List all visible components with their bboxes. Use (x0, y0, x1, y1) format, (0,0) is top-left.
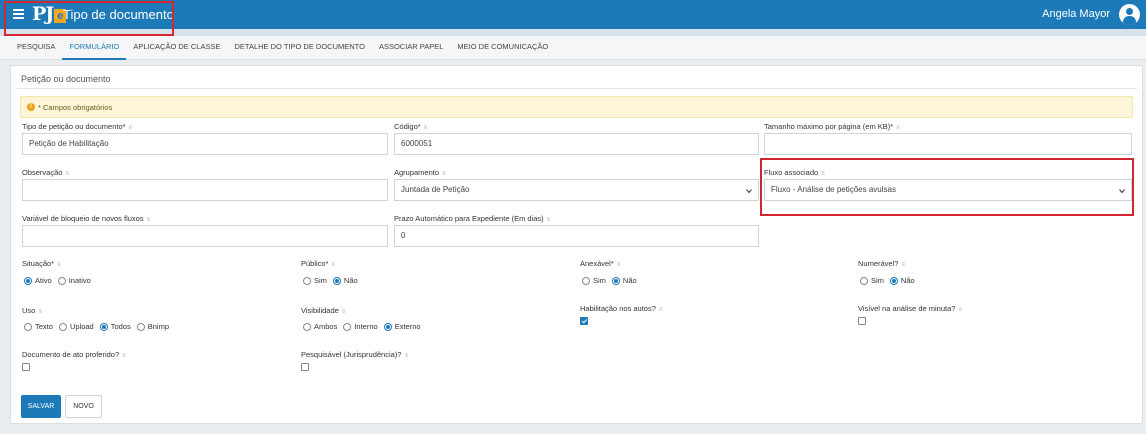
new-button[interactable]: NOVO (65, 395, 102, 418)
user-avatar-icon[interactable] (1119, 4, 1140, 25)
anexavel-radio-group: Sim Não (582, 276, 643, 285)
visivel-checkbox[interactable] (858, 317, 866, 325)
tab-meio-comunicacao[interactable]: MEIO DE COMUNICAÇÃO (450, 36, 555, 60)
save-button[interactable]: SALVAR (21, 395, 61, 418)
visibilidade-radio-interno[interactable] (343, 322, 352, 331)
prazo-label: Prazo Automático para Expediente (Em dia… (394, 214, 551, 223)
anexavel-label: Anexável* ≡ (580, 259, 621, 268)
tipo-input[interactable]: Petição de Habilitação (22, 133, 388, 155)
numeravel-label: Numerável? ≡ (858, 259, 905, 268)
tab-pesquisa[interactable]: PESQUISA (10, 36, 62, 60)
habilitacao-label: Habilitação nos autos? ≡ (580, 304, 663, 313)
pesquisavel-label: Pesquisável (Jurisprudência)? ≡ (301, 350, 408, 359)
form-title: Petição ou documento (21, 74, 111, 84)
publico-radio-group: Sim Não (303, 276, 364, 285)
agrupamento-label: Agrupamento ≡ (394, 168, 446, 177)
observacao-label: Observação ≡ (22, 168, 69, 177)
highlight-box-title (4, 1, 174, 36)
codigo-label: Código* ≡ (394, 122, 428, 131)
publico-radio-sim[interactable] (303, 276, 311, 285)
ato-checkbox[interactable] (22, 363, 30, 371)
uso-radio-bnimp[interactable] (136, 322, 145, 331)
tab-aplicacao-classe[interactable]: APLICAÇÃO DE CLASSE (126, 36, 227, 60)
tab-associar-papel[interactable]: ASSOCIAR PAPEL (372, 36, 450, 60)
visibilidade-radio-group: Ambos Interno Externo (303, 322, 427, 331)
required-fields-alert: ! * Campos obrigatórios (20, 96, 1133, 118)
numeravel-radio-nao[interactable] (889, 276, 898, 285)
variavel-label: Variável de bloqueio de novos fluxos ≡ (22, 214, 151, 223)
agrupamento-select[interactable]: Juntada de Petição (394, 179, 759, 201)
visivel-label: Visível na análise de minuta? ≡ (858, 304, 962, 313)
info-icon: ! (27, 103, 35, 111)
situacao-radio-ativo[interactable] (24, 276, 32, 285)
prazo-input[interactable]: 0 (394, 225, 759, 247)
uso-radio-group: Texto Upload Todos Bnimp (24, 322, 175, 331)
numeravel-radio-group: Sim Não (860, 276, 921, 285)
situacao-radio-inativo[interactable] (57, 276, 66, 285)
numeravel-radio-sim[interactable] (860, 276, 868, 285)
tipo-label: Tipo de petição ou documento* ≡ (22, 122, 133, 131)
uso-radio-texto[interactable] (24, 322, 32, 331)
codigo-input[interactable]: 6000051 (394, 133, 759, 155)
highlight-box-fluxo (760, 158, 1134, 216)
divider (17, 88, 1137, 89)
tamanho-input[interactable] (764, 133, 1132, 155)
observacao-input[interactable] (22, 179, 388, 201)
tab-detalhe-tipo-documento[interactable]: DETALHE DO TIPO DE DOCUMENTO (228, 36, 372, 60)
variavel-input[interactable] (22, 225, 388, 247)
tamanho-label: Tamanho máximo por página (em KB)* ≡ (764, 122, 900, 131)
pesquisavel-checkbox[interactable] (301, 363, 309, 371)
user-name[interactable]: Angela Mayor (1042, 8, 1110, 20)
visibilidade-label: Visibilidade ≡ (301, 306, 346, 315)
chevron-down-icon (746, 189, 752, 194)
anexavel-radio-sim[interactable] (582, 276, 590, 285)
uso-radio-upload[interactable] (58, 322, 67, 331)
visibilidade-radio-ambos[interactable] (303, 322, 311, 331)
ato-label: Documento de ato proferido? ≡ (22, 350, 126, 359)
habilitacao-checkbox[interactable] (580, 317, 588, 325)
visibilidade-radio-externo[interactable] (383, 322, 392, 331)
agrupamento-value: Juntada de Petição (401, 185, 470, 194)
tab-bar: PESQUISA FORMULÁRIO APLICAÇÃO DE CLASSE … (0, 36, 1146, 60)
publico-radio-nao[interactable] (332, 276, 341, 285)
anexavel-radio-nao[interactable] (611, 276, 620, 285)
situacao-label: Situação* ≡ (22, 259, 61, 268)
uso-label: Uso ≡ (22, 306, 42, 315)
form-card: Petição ou documento ! * Campos obrigató… (10, 65, 1143, 424)
uso-radio-todos[interactable] (99, 322, 108, 331)
situacao-radio-group: Ativo Inativo (24, 276, 97, 285)
tab-formulario[interactable]: FORMULÁRIO (62, 36, 127, 60)
required-notice: * Campos obrigatórios (38, 102, 113, 112)
publico-label: Público* ≡ (301, 259, 336, 268)
